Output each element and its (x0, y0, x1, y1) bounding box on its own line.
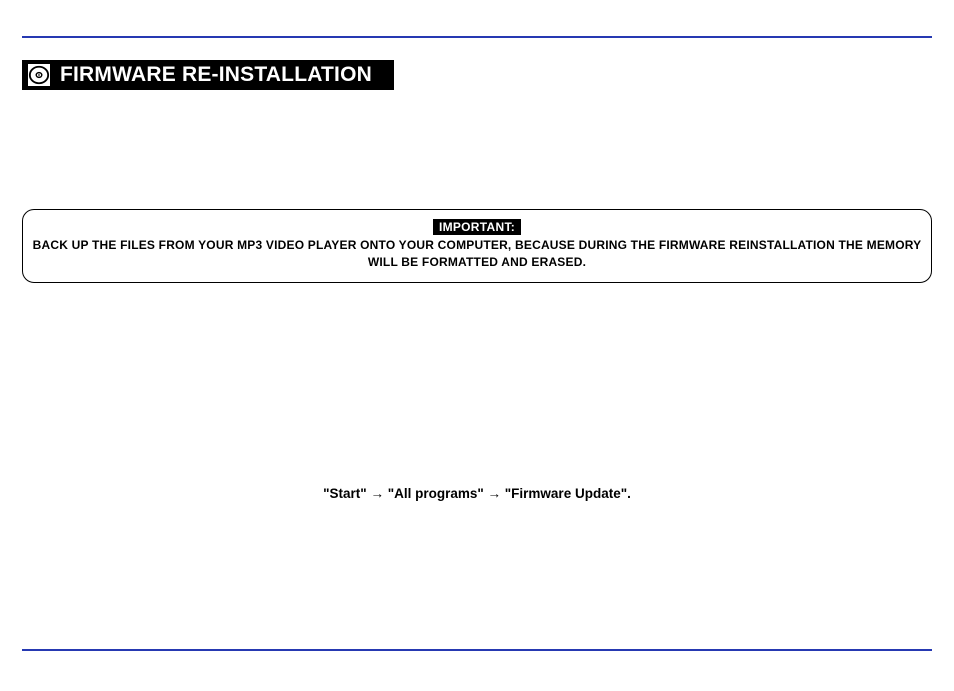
section-title: FIRMWARE RE-INSTALLATION (60, 63, 372, 87)
important-notice: IMPORTANT: BACK UP THE FILES FROM YOUR M… (22, 209, 932, 283)
bottom-rule (22, 649, 932, 651)
notice-text: BACK UP THE FILES FROM YOUR MP3 VIDEO PL… (31, 237, 923, 272)
section-header: FIRMWARE RE-INSTALLATION (22, 60, 394, 90)
disc-icon (26, 62, 52, 88)
menu-path-hint: "Start" → "All programs" → "Firmware Upd… (0, 486, 954, 501)
important-label: IMPORTANT: (433, 219, 521, 235)
top-rule (22, 36, 932, 38)
